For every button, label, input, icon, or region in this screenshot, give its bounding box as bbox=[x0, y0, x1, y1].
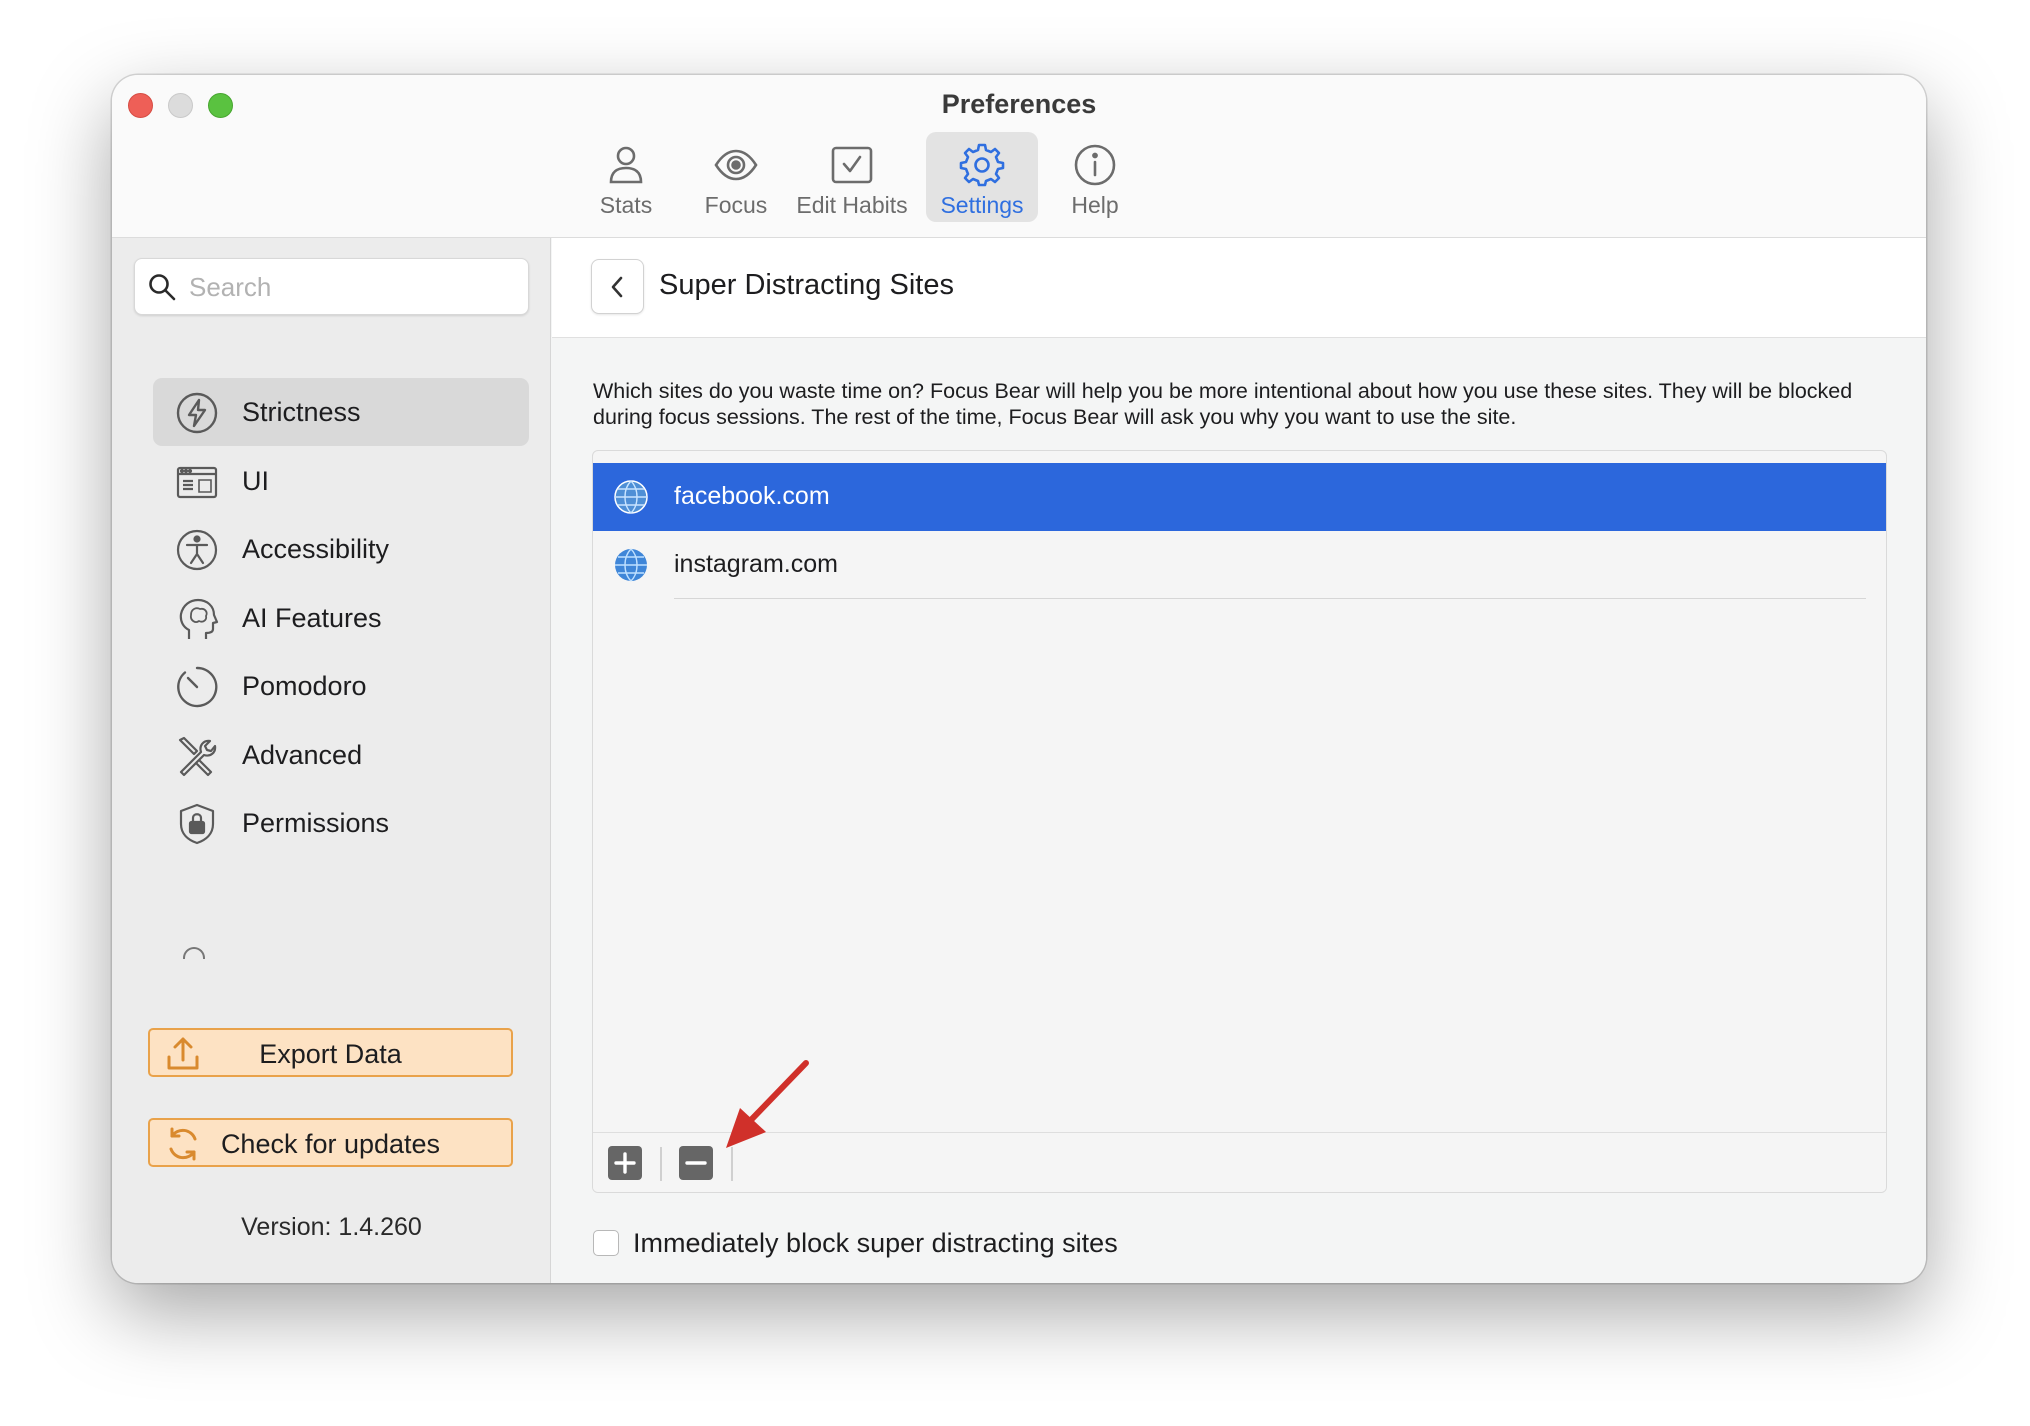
sidebar-item-label: Advanced bbox=[242, 739, 363, 770]
sidebar-nav: Strictness UI Accessibility AI Features … bbox=[153, 378, 529, 858]
check-for-updates-button[interactable]: Check for updates bbox=[148, 1118, 513, 1167]
shield-lock-icon bbox=[179, 803, 215, 845]
tab-edit-habits[interactable]: Edit Habits bbox=[784, 132, 920, 222]
lightning-icon bbox=[176, 392, 218, 434]
site-domain: facebook.com bbox=[674, 482, 830, 510]
window-title: Preferences bbox=[941, 89, 1097, 119]
tab-settings[interactable]: Settings bbox=[926, 132, 1038, 222]
sidebar-item-ui[interactable]: UI bbox=[153, 447, 529, 515]
sidebar-item-label: Strictness bbox=[242, 397, 361, 427]
globe-icon bbox=[614, 480, 648, 514]
brain-head-icon bbox=[179, 598, 219, 639]
sidebar-item-label: Pomodoro bbox=[242, 671, 367, 701]
footer-divider bbox=[660, 1147, 662, 1181]
back-button[interactable] bbox=[591, 259, 644, 314]
gear-icon bbox=[959, 143, 1005, 187]
timer-icon bbox=[177, 666, 218, 708]
settings-sidebar: Strictness UI Accessibility bbox=[112, 238, 551, 1283]
sidebar-item-label: AI Features bbox=[242, 602, 382, 633]
sidebar-item-label: Permissions bbox=[242, 808, 390, 838]
sidebar-item-advanced[interactable]: Advanced bbox=[153, 721, 529, 789]
page-header: Super Distracting Sites bbox=[552, 238, 1926, 338]
sidebar-item-permissions[interactable]: Permissions bbox=[153, 789, 529, 857]
person-icon bbox=[609, 146, 643, 184]
tab-focus[interactable]: Focus bbox=[686, 132, 786, 222]
preferences-toolbar: Stats Focus Edit Habits Settings Help bbox=[112, 132, 1926, 224]
preferences-window: Preferences Stats Focus Edit Habits Sett… bbox=[112, 75, 1926, 1283]
page-title: Super Distracting Sites bbox=[659, 269, 954, 301]
row-separator bbox=[674, 598, 1866, 599]
search-field[interactable] bbox=[134, 258, 529, 315]
info-icon bbox=[1074, 144, 1116, 186]
accessibility-icon bbox=[176, 529, 218, 571]
export-data-button[interactable]: Export Data bbox=[148, 1028, 513, 1077]
plus-icon bbox=[614, 1152, 636, 1174]
checkbox-icon bbox=[831, 146, 873, 184]
site-domain: instagram.com bbox=[674, 550, 838, 578]
version-label: Version: 1.4.260 bbox=[241, 1213, 422, 1241]
immediate-block-label: Immediately block super distracting site… bbox=[633, 1228, 1118, 1258]
window-icon bbox=[176, 466, 218, 498]
titlebar: Preferences Stats Focus Edit Habits Sett… bbox=[112, 75, 1926, 238]
tab-stats[interactable]: Stats bbox=[576, 132, 676, 222]
sidebar-item-ai-features[interactable]: AI Features bbox=[153, 584, 529, 652]
sidebar-item-strictness[interactable]: Strictness bbox=[153, 378, 529, 446]
globe-icon bbox=[615, 548, 647, 582]
immediate-block-checkbox[interactable] bbox=[593, 1230, 619, 1256]
add-site-button[interactable] bbox=[608, 1146, 642, 1180]
tab-help[interactable]: Help bbox=[1047, 132, 1143, 222]
sidebar-item-label: UI bbox=[242, 465, 269, 496]
eye-icon bbox=[714, 149, 758, 181]
search-icon bbox=[149, 274, 176, 301]
partially-visible-icon bbox=[183, 947, 205, 959]
minus-icon bbox=[685, 1161, 707, 1165]
tools-icon bbox=[178, 736, 217, 776]
page-description: Which sites do you waste time on? Focus … bbox=[593, 379, 1853, 429]
list-item[interactable]: facebook.com bbox=[593, 463, 1886, 531]
list-item[interactable]: instagram.com bbox=[593, 531, 1886, 599]
search-input[interactable] bbox=[189, 267, 509, 307]
sidebar-item-accessibility[interactable]: Accessibility bbox=[153, 515, 529, 583]
chevron-left-icon bbox=[611, 276, 623, 298]
remove-site-button[interactable] bbox=[679, 1146, 713, 1180]
annotation-arrow-icon bbox=[726, 1060, 809, 1148]
sidebar-item-label: Accessibility bbox=[242, 534, 390, 564]
sidebar-item-pomodoro[interactable]: Pomodoro bbox=[153, 652, 529, 720]
